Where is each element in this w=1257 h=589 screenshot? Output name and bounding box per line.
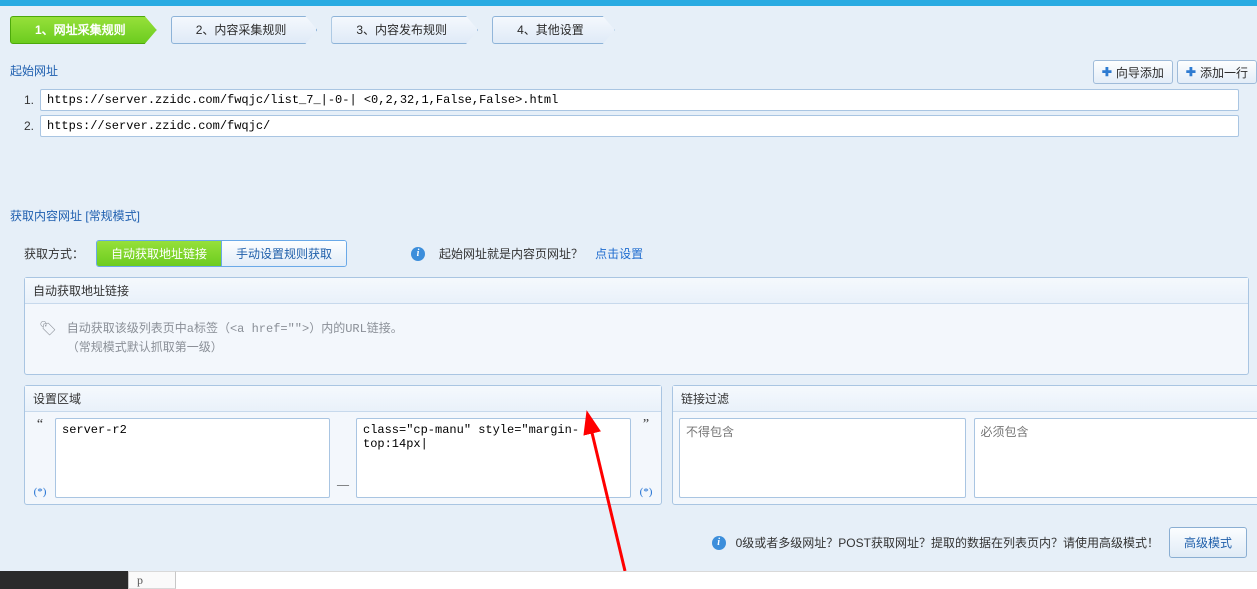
- open-quote-icon: “: [37, 418, 43, 432]
- start-url-list: 1. 2.: [16, 89, 1247, 137]
- auto-link-header: 自动获取地址链接: [25, 278, 1248, 304]
- fetch-mode-group: 自动获取地址链接 手动设置规则获取: [96, 240, 347, 267]
- info-icon: i: [712, 536, 726, 550]
- fetch-section-title: 获取内容网址 [常规模式]: [10, 203, 1247, 230]
- add-row-button[interactable]: ✚ 添加一行: [1177, 60, 1257, 84]
- filter-exclude-input[interactable]: [679, 418, 966, 498]
- mode-auto-button[interactable]: 自动获取地址链接: [97, 241, 222, 266]
- step-tab-1[interactable]: 1、网址采集规则: [10, 16, 157, 44]
- start-urls-title: 起始网址: [10, 58, 1247, 85]
- wildcard-button-left[interactable]: (*): [34, 486, 47, 498]
- region-header: 设置区域: [25, 386, 661, 412]
- status-bar: p: [0, 571, 1257, 589]
- url-row: 1.: [16, 89, 1247, 111]
- status-bar-tag: p: [128, 571, 176, 589]
- auto-link-hint: 🏷 自动获取该级列表页中a标签（<a href="">）内的URL链接。 （常规…: [39, 320, 1234, 358]
- url-input-1[interactable]: [40, 89, 1239, 111]
- url-input-2[interactable]: [40, 115, 1239, 137]
- region-end-input[interactable]: class="cp-manu" style="margin-top:14px|: [356, 418, 631, 498]
- advanced-hint-text: 0级或者多级网址？POST获取网址？提取的数据在列表页内？请使用高级模式！: [736, 534, 1159, 551]
- fetch-hint-link[interactable]: 点击设置: [595, 245, 643, 262]
- plus-icon: ✚: [1186, 65, 1196, 79]
- url-index-1: 1.: [16, 93, 34, 107]
- advanced-mode-button[interactable]: 高级模式: [1169, 527, 1247, 558]
- close-quote-icon: ”: [643, 418, 649, 432]
- link-filter-header: 链接过滤: [673, 386, 1257, 412]
- auto-link-panel: 自动获取地址链接 🏷 自动获取该级列表页中a标签（<a href="">）内的U…: [24, 277, 1249, 375]
- link-filter-panel: 链接过滤: [672, 385, 1257, 505]
- status-bar-rest: [176, 571, 1257, 589]
- url-row: 2.: [16, 115, 1247, 137]
- mode-manual-button[interactable]: 手动设置规则获取: [222, 241, 346, 266]
- add-row-label: 添加一行: [1200, 64, 1248, 81]
- region-panel: 设置区域 “ (*) server-r2 — class="cp-manu" s…: [24, 385, 662, 505]
- auto-link-hint-text: 自动获取该级列表页中a标签（<a href="">）内的URL链接。 （常规模式…: [67, 320, 403, 358]
- step-tab-2[interactable]: 2、内容采集规则: [171, 16, 318, 44]
- plus-icon: ✚: [1102, 65, 1112, 79]
- fetch-hint-text: 起始网址就是内容页网址？: [439, 245, 583, 262]
- step-tab-3[interactable]: 3、内容发布规则: [331, 16, 478, 44]
- start-urls-actions: ✚ 向导添加 ✚ 添加一行: [1093, 60, 1257, 84]
- wizard-add-label: 向导添加: [1116, 64, 1164, 81]
- wildcard-button-right[interactable]: (*): [640, 486, 653, 498]
- region-start-input[interactable]: server-r2: [55, 418, 330, 498]
- fetch-mode-label: 获取方式：: [24, 245, 84, 262]
- tag-icon: 🏷: [39, 320, 57, 337]
- wizard-steps: 1、网址采集规则 2、内容采集规则 3、内容发布规则 4、其他设置: [10, 16, 1247, 44]
- wizard-add-button[interactable]: ✚ 向导添加: [1093, 60, 1173, 84]
- fetch-mode-row: 获取方式： 自动获取地址链接 手动设置规则获取 i 起始网址就是内容页网址？ 点…: [24, 240, 1247, 267]
- status-bar-dark-segment: [0, 571, 128, 589]
- step-tab-4[interactable]: 4、其他设置: [492, 16, 615, 44]
- range-dash: —: [336, 418, 350, 498]
- info-icon: i: [411, 247, 425, 261]
- filter-include-input[interactable]: [974, 418, 1257, 498]
- url-index-2: 2.: [16, 119, 34, 133]
